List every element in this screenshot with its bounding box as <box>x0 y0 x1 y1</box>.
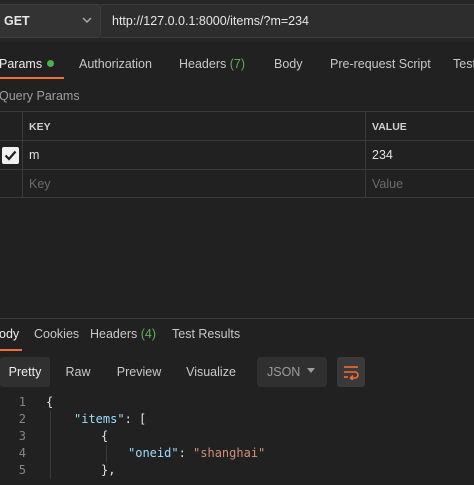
code-text: "oneid": "shanghai" <box>128 446 266 460</box>
request-tabs: Params Authorization Headers (7) Body Pr… <box>0 42 474 82</box>
tab-authorization-label: Authorization <box>79 57 152 71</box>
tab-headers-count: (7) <box>229 57 246 71</box>
query-params-title: Query Params <box>0 89 80 103</box>
tab-params-label: Params <box>0 57 43 71</box>
code-line: 4 "oneid": "shanghai" <box>0 445 474 462</box>
line-number: 2 <box>18 412 26 426</box>
code-line: 3 { <box>0 428 474 445</box>
tab-response-body[interactable]: ody <box>0 327 19 341</box>
caret-down-icon <box>307 368 315 373</box>
raw-button[interactable]: Raw <box>56 357 100 387</box>
tab-tests-label: Test <box>453 57 474 71</box>
method-label: GET <box>4 14 30 28</box>
tab-pre-request-script-label: Pre-request Script <box>330 57 431 71</box>
active-tab-underline <box>0 77 64 79</box>
tab-headers[interactable]: Headers (7) <box>179 57 245 71</box>
line-number: 5 <box>18 463 26 477</box>
tab-tests[interactable]: Test <box>453 57 474 71</box>
table-row-new: Key Value <box>0 169 474 198</box>
code-text: { <box>101 429 109 443</box>
view-mode-group: Pretty Raw Preview Visualize <box>0 357 250 387</box>
code-line: 1 { <box>0 394 474 411</box>
url-input[interactable]: http://127.0.0.1:8000/items/?m=234 <box>101 4 474 38</box>
wrap-lines-button[interactable] <box>337 357 365 387</box>
column-divider <box>365 141 366 169</box>
new-value-field[interactable]: Value <box>372 177 403 204</box>
format-select-label: JSON <box>267 365 301 379</box>
visualize-button[interactable]: Visualize <box>180 357 242 387</box>
response-tabs: ody Cookies Headers (4) Test Results <box>0 320 474 351</box>
code-text: }, <box>101 463 116 477</box>
method-select[interactable]: GET <box>0 4 101 38</box>
code-line: 5 }, <box>0 462 474 479</box>
column-divider <box>365 112 366 140</box>
column-divider <box>22 170 23 197</box>
tab-cookies-label: Cookies <box>34 327 80 341</box>
tab-body[interactable]: Body <box>274 57 303 71</box>
line-number: 1 <box>18 395 26 409</box>
url-text: http://127.0.0.1:8000/items/?m=234 <box>112 14 310 28</box>
wrap-lines-icon <box>344 366 359 380</box>
table-row: m 234 <box>0 140 474 169</box>
tab-test-results-label: Test Results <box>172 327 241 341</box>
code-text: "items": [ <box>74 412 147 426</box>
preview-button[interactable]: Preview <box>108 357 170 387</box>
tab-test-results[interactable]: Test Results <box>172 327 240 341</box>
column-divider <box>22 141 23 169</box>
code-text: { <box>46 395 54 409</box>
tab-pre-request-script[interactable]: Pre-request Script <box>330 57 431 71</box>
table-header-row: KEY VALUE <box>0 111 474 140</box>
tab-authorization[interactable]: Authorization <box>79 57 152 71</box>
pane-divider[interactable] <box>0 318 474 319</box>
tab-response-headers[interactable]: Headers (4) <box>90 327 156 341</box>
new-key-field[interactable]: Key <box>29 177 51 204</box>
code-line: 2 "items": [ <box>0 411 474 428</box>
column-divider <box>22 112 23 140</box>
pretty-button[interactable]: Pretty <box>0 357 50 387</box>
check-icon <box>4 150 17 161</box>
tab-headers-label: Headers <box>179 57 227 71</box>
line-number: 4 <box>18 446 26 460</box>
tab-body-label: Body <box>274 57 303 71</box>
line-number: 3 <box>18 429 26 443</box>
tab-response-headers-count: (4) <box>140 327 157 341</box>
tab-params[interactable]: Params <box>0 57 55 71</box>
tab-response-headers-label: Headers <box>90 327 138 341</box>
tab-response-body-label: ody <box>0 327 20 341</box>
params-active-dot-icon <box>47 60 55 67</box>
tab-cookies[interactable]: Cookies <box>34 327 79 341</box>
param-enabled-checkbox[interactable] <box>2 147 19 164</box>
active-response-tab-underline <box>0 349 22 351</box>
request-url-bar: GET http://127.0.0.1:8000/items/?m=234 <box>0 0 474 42</box>
chevron-down-icon <box>82 17 92 24</box>
column-divider <box>365 170 366 197</box>
format-select[interactable]: JSON <box>257 357 327 387</box>
